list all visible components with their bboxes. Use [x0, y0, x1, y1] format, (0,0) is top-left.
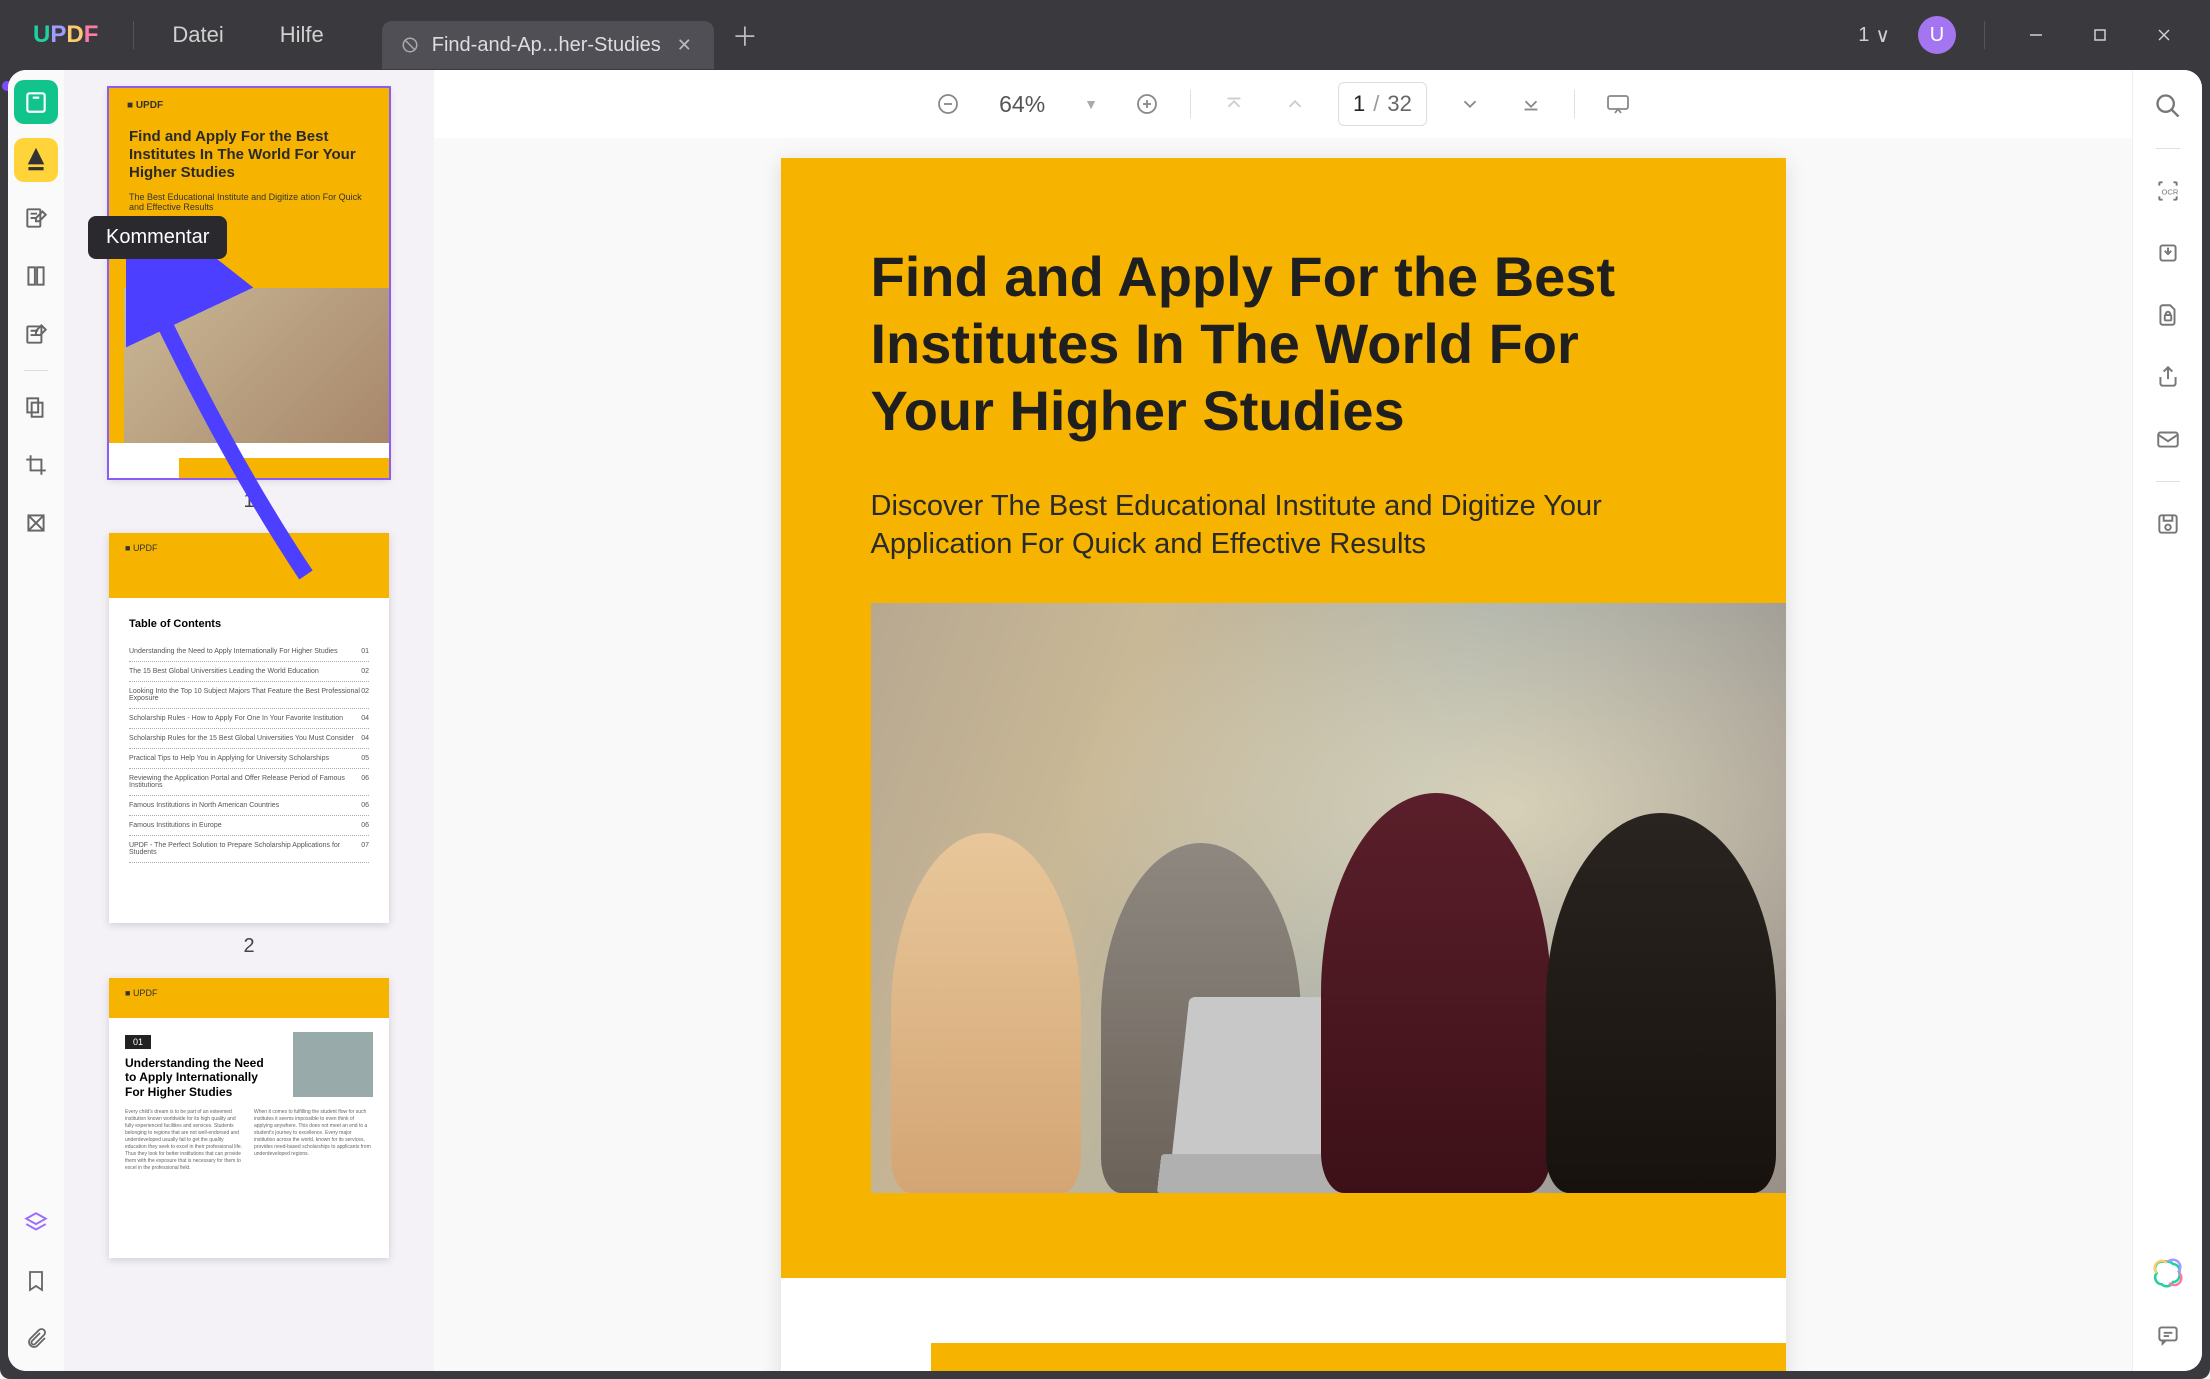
right-toolbar: OCR	[2132, 70, 2202, 1371]
tabs-area: Find-and-Ap...her-Studies ✕ ＋	[382, 1, 776, 69]
viewer: 64% ▼ 1 / 32 Find and Apply	[434, 70, 2132, 1371]
crop-tool[interactable]	[14, 443, 58, 487]
layers-tool[interactable]	[14, 1201, 58, 1245]
toc-line: The 15 Best Global Universities Leading …	[129, 662, 369, 682]
divider	[1190, 90, 1191, 118]
divider	[133, 21, 134, 49]
menu-help[interactable]: Hilfe	[252, 22, 352, 48]
attachment-tool[interactable]	[14, 1317, 58, 1361]
zoom-in-button[interactable]	[1129, 86, 1165, 122]
convert-button[interactable]	[2148, 233, 2188, 273]
zoom-out-button[interactable]	[930, 86, 966, 122]
thumb-logo: ■ UPDF	[125, 988, 157, 998]
toc-line: Scholarship Rules - How to Apply For One…	[129, 709, 369, 729]
divider	[2156, 148, 2180, 149]
comment-tool[interactable]	[14, 138, 58, 182]
thumb-number: 2	[109, 935, 389, 958]
divider	[1574, 90, 1575, 118]
user-avatar[interactable]: U	[1918, 16, 1956, 54]
chapter-badge: 01	[125, 1035, 151, 1049]
email-button[interactable]	[2148, 419, 2188, 459]
redact-tool[interactable]	[14, 501, 58, 545]
hero-image	[871, 603, 1786, 1193]
close-tab-button[interactable]: ✕	[673, 33, 696, 58]
divider	[24, 370, 48, 371]
page-1: Find and Apply For the Best Institutes I…	[781, 158, 1786, 1371]
thumb1-subtitle: The Best Educational Institute and Digit…	[109, 192, 389, 212]
add-tab-button[interactable]: ＋	[714, 17, 776, 54]
maximize-button[interactable]	[2077, 12, 2123, 58]
toc-line: Scholarship Rules for the 15 Best Global…	[129, 729, 369, 749]
prev-page-button[interactable]	[1277, 86, 1313, 122]
search-button[interactable]	[2148, 86, 2188, 126]
thumbnail-1[interactable]: ■ UPDF Find and Apply For the Best Insti…	[109, 88, 389, 513]
toc-line: Looking Into the Top 10 Subject Majors T…	[129, 682, 369, 709]
page-tool[interactable]	[14, 254, 58, 298]
document-tab[interactable]: Find-and-Ap...her-Studies ✕	[382, 21, 714, 69]
window-count[interactable]: 1∨	[1848, 23, 1900, 48]
thumb-logo: ■ UPDF	[125, 543, 157, 553]
thumb1-image	[124, 288, 389, 443]
document-title: Find and Apply For the Best Institutes I…	[871, 243, 1656, 445]
first-page-button[interactable]	[1216, 86, 1252, 122]
toc-heading: Table of Contents	[109, 598, 389, 642]
divider	[2156, 481, 2180, 482]
left-toolbar	[8, 70, 64, 1371]
save-button[interactable]	[2148, 504, 2188, 544]
titlebar: UPDF Datei Hilfe Find-and-Ap...her-Studi…	[0, 0, 2210, 70]
thumb3-image	[293, 1032, 373, 1097]
thumb-number: 1	[109, 490, 389, 513]
tab-title: Find-and-Ap...her-Studies	[432, 34, 661, 57]
bookmark-tool[interactable]	[14, 1259, 58, 1303]
toc-line: Understanding the Need to Apply Internat…	[129, 642, 369, 662]
thumbnail-panel[interactable]: ■ UPDF Find and Apply For the Best Insti…	[64, 70, 434, 1371]
toc-line: UPDF - The Perfect Solution to Prepare S…	[129, 836, 369, 863]
app-logo[interactable]: UPDF	[8, 21, 123, 49]
divider	[1984, 21, 1985, 49]
chat-button[interactable]	[2148, 1315, 2188, 1355]
protect-button[interactable]	[2148, 295, 2188, 335]
document-icon	[400, 35, 420, 55]
document-area[interactable]: Find and Apply For the Best Institutes I…	[434, 138, 2132, 1371]
toc-line: Reviewing the Application Portal and Off…	[129, 769, 369, 796]
ocr-button[interactable]: OCR	[2148, 171, 2188, 211]
reader-tool[interactable]	[14, 80, 58, 124]
close-window-button[interactable]	[2141, 12, 2187, 58]
ai-assistant-button[interactable]	[2148, 1253, 2188, 1293]
toc-line: Practical Tips to Help You in Applying f…	[129, 749, 369, 769]
viewer-toolbar: 64% ▼ 1 / 32	[434, 70, 2132, 138]
page-number-input[interactable]: 1 / 32	[1338, 82, 1427, 126]
menu-file[interactable]: Datei	[144, 22, 251, 48]
last-page-button[interactable]	[1513, 86, 1549, 122]
share-button[interactable]	[2148, 357, 2188, 397]
document-subtitle: Discover The Best Educational Institute …	[871, 488, 1656, 563]
comment-tooltip: Kommentar	[88, 216, 227, 259]
toc-line: Famous Institutions in North American Co…	[129, 796, 369, 816]
thumbnail-3[interactable]: ■ UPDF 01 Understanding the Need to Appl…	[109, 978, 389, 1258]
thumbnail-2[interactable]: ■ UPDF Table of Contents Understanding t…	[109, 533, 389, 958]
zoom-level: 64%	[991, 91, 1053, 118]
edit-tool[interactable]	[14, 196, 58, 240]
form-tool[interactable]	[14, 312, 58, 356]
zoom-dropdown[interactable]: ▼	[1078, 96, 1104, 112]
svg-text:OCR: OCR	[2161, 187, 2178, 196]
minimize-button[interactable]	[2013, 12, 2059, 58]
presentation-button[interactable]	[1600, 86, 1636, 122]
thumb3-title: Understanding the Need to Apply Internat…	[125, 1056, 265, 1099]
toc-line: Famous Institutions in Europe06	[129, 816, 369, 836]
thumb-logo: ■ UPDF	[127, 100, 163, 111]
next-page-button[interactable]	[1452, 86, 1488, 122]
organize-tool[interactable]	[14, 385, 58, 429]
